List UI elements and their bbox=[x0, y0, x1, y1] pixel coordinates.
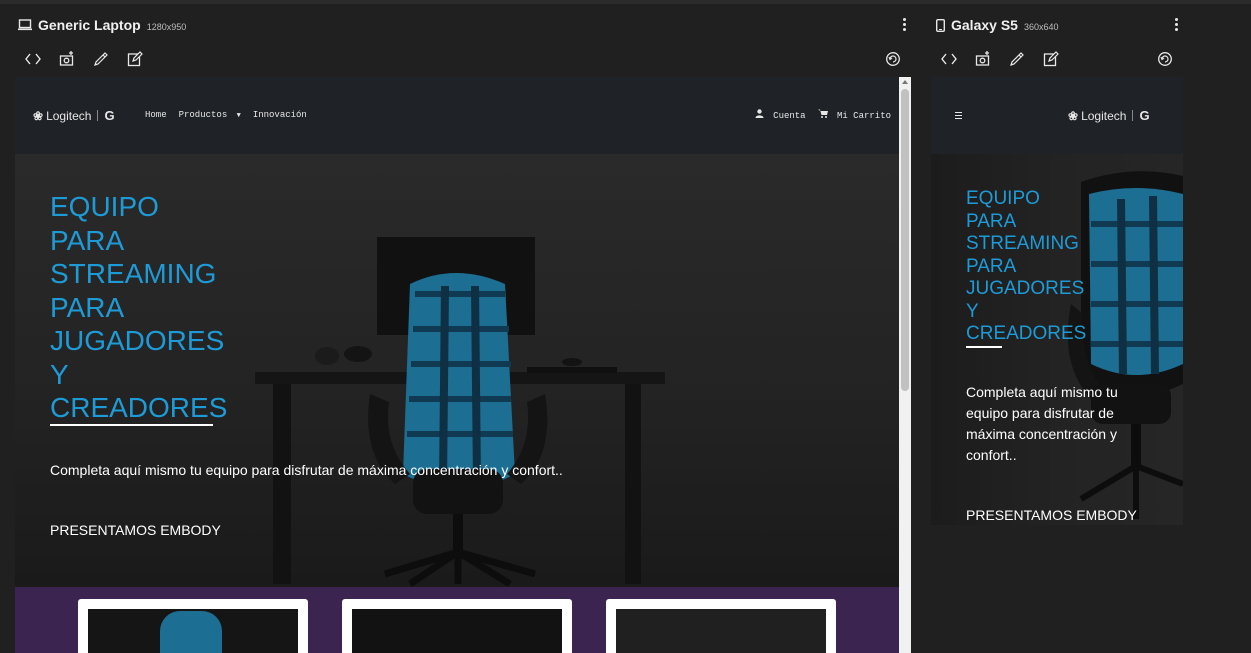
hero-title-line: STREAMING bbox=[50, 258, 217, 289]
site-navbar: ❀ Logitech G Home Productos ▼ Innovación… bbox=[15, 77, 899, 154]
product-card[interactable] bbox=[78, 599, 308, 653]
user-icon bbox=[755, 109, 764, 118]
scrollbar-thumb[interactable] bbox=[901, 89, 909, 391]
logo-text: Logitech bbox=[1081, 108, 1127, 123]
logitech-logo[interactable]: ❀ Logitech G bbox=[33, 108, 115, 123]
hero-title-line: PARA bbox=[966, 255, 1017, 277]
mobile-hero-title: EQUIPO PARA STREAMING PARA JUGADORES Y C… bbox=[966, 188, 1086, 346]
product-card-image bbox=[616, 609, 826, 653]
nav-cart-label: Mi Carrito bbox=[836, 111, 891, 121]
camera-icon[interactable] bbox=[974, 50, 992, 68]
mobile-viewport[interactable]: ❀ Logitech G EQUIPO PARA STREAMING PARA … bbox=[931, 77, 1183, 525]
eyedropper-icon[interactable] bbox=[1008, 50, 1026, 68]
top-edge bbox=[0, 0, 1251, 4]
laptop-toolbar bbox=[24, 50, 144, 68]
hero-title-line: PARA bbox=[50, 224, 125, 256]
refresh-icon[interactable] bbox=[885, 51, 901, 67]
hero-title-line: STREAMING bbox=[966, 233, 1079, 254]
nav-account[interactable]: Cuenta bbox=[755, 109, 806, 121]
product-card[interactable] bbox=[606, 599, 836, 653]
laptop-scrollbar[interactable] bbox=[899, 77, 911, 653]
caret-down-icon: ▼ bbox=[236, 112, 241, 120]
hero-title-line: CREADORES bbox=[50, 392, 228, 423]
nav-products-label: Productos bbox=[178, 110, 228, 120]
laptop-device-name: Generic Laptop bbox=[38, 17, 141, 33]
logo-g: G bbox=[104, 108, 115, 123]
hamburger-icon[interactable] bbox=[955, 112, 962, 119]
cart-icon bbox=[817, 109, 828, 118]
mobile-hero-description: Completa aquí mismo tu equipo para disfr… bbox=[966, 384, 1118, 463]
product-card[interactable] bbox=[342, 599, 572, 653]
mobile-panel-header: Galaxy S5 360x640 bbox=[936, 17, 1058, 33]
laptop-icon bbox=[18, 19, 32, 31]
scroll-up-icon[interactable] bbox=[902, 80, 908, 84]
mobile-device-name: Galaxy S5 bbox=[951, 17, 1018, 33]
hero-description: Completa aquí mismo tu equipo para disfr… bbox=[50, 462, 563, 478]
hero-cta-link[interactable]: PRESENTAMOS EMBODY bbox=[50, 522, 221, 538]
logo-divider bbox=[97, 110, 99, 121]
camera-icon[interactable] bbox=[58, 50, 76, 68]
code-icon[interactable] bbox=[940, 50, 958, 68]
hero-title-line: JUGADORES bbox=[966, 278, 1085, 299]
edit-icon[interactable] bbox=[1042, 50, 1060, 68]
mobile-hero-section: EQUIPO PARA STREAMING PARA JUGADORES Y C… bbox=[931, 154, 1183, 525]
mobile-resolution: 360x640 bbox=[1023, 21, 1059, 32]
refresh-icon[interactable] bbox=[1157, 51, 1173, 67]
nav-account-cart: Cuenta Mi Carrito bbox=[755, 109, 891, 121]
phone-icon bbox=[936, 18, 945, 32]
hero-title-line: Y bbox=[50, 358, 69, 390]
logitech-mark-icon: ❀ bbox=[33, 108, 44, 123]
mobile-title-underline bbox=[966, 346, 1002, 348]
mobile-more-options-icon[interactable] bbox=[1175, 18, 1179, 33]
nav-innovation[interactable]: Innovación bbox=[253, 110, 307, 120]
hero-title-line: PARA bbox=[50, 291, 125, 323]
hero-title-line: EQUIPO bbox=[966, 188, 1040, 209]
laptop-viewport[interactable]: ❀ Logitech G Home Productos ▼ Innovación… bbox=[15, 77, 899, 653]
hero-title-line: PARA bbox=[966, 210, 1017, 232]
mobile-navbar: ❀ Logitech G bbox=[931, 77, 1183, 154]
code-icon[interactable] bbox=[24, 50, 42, 68]
mobile-toolbar bbox=[940, 50, 1060, 68]
nav-home[interactable]: Home bbox=[145, 110, 167, 120]
hero-title-underline bbox=[50, 424, 213, 426]
logo-g: G bbox=[1139, 108, 1150, 123]
nav-links: Home Productos ▼ Innovación bbox=[145, 110, 307, 120]
hero-title-line: Y bbox=[966, 300, 979, 322]
hero-section: EQUIPO PARA STREAMING PARA JUGADORES Y C… bbox=[15, 154, 899, 587]
hero-title: EQUIPO PARA STREAMING PARA JUGADORES Y C… bbox=[50, 190, 227, 425]
logo-text: Logitech bbox=[46, 108, 92, 123]
nav-account-label: Cuenta bbox=[773, 111, 806, 121]
nav-products[interactable]: Productos ▼ bbox=[179, 110, 241, 120]
laptop-panel-header: Generic Laptop 1280x950 bbox=[18, 17, 186, 33]
hero-title-line: EQUIPO bbox=[50, 191, 159, 222]
hero-title-line: CREADORES bbox=[966, 323, 1087, 344]
logitech-mark-icon: ❀ bbox=[1068, 108, 1079, 123]
nav-cart[interactable]: Mi Carrito bbox=[817, 109, 891, 121]
product-card-image bbox=[88, 609, 298, 653]
eyedropper-icon[interactable] bbox=[92, 50, 110, 68]
hero-title-line: JUGADORES bbox=[50, 325, 225, 356]
mobile-hero-cta-link[interactable]: PRESENTAMOS EMBODY bbox=[966, 507, 1137, 523]
chair-thumbnail bbox=[160, 611, 222, 653]
laptop-more-options-icon[interactable] bbox=[903, 18, 907, 33]
laptop-resolution: 1280x950 bbox=[146, 21, 187, 32]
product-cards-section bbox=[15, 587, 899, 653]
logo-divider bbox=[1132, 110, 1134, 121]
logitech-logo[interactable]: ❀ Logitech G bbox=[1068, 108, 1150, 123]
edit-icon[interactable] bbox=[126, 50, 144, 68]
product-card-image bbox=[352, 609, 562, 653]
